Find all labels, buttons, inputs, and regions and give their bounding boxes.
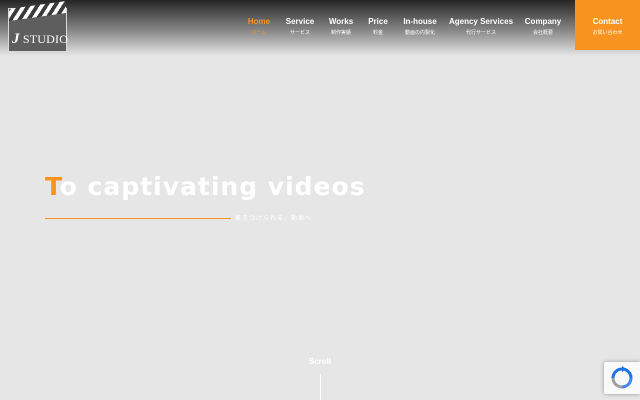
nav-label-jp: 会社概要 xyxy=(532,30,554,36)
nav-item-agency-services[interactable]: Agency Services 代行サービス xyxy=(449,16,513,38)
hero-title-rest: o captivating videos xyxy=(59,172,366,201)
nav-label-en: In-house xyxy=(403,17,437,26)
contact-label-en: Contact xyxy=(592,17,623,26)
nav-item-works[interactable]: Works 制作実績 xyxy=(329,16,353,38)
nav-label-jp: 動画の内製化 xyxy=(404,30,435,36)
main-nav: Home ホーム Service サービス Works 制作実績 Price 料… xyxy=(0,16,640,46)
nav-label-jp: ホーム xyxy=(251,30,267,36)
nav-item-company[interactable]: Company 会社概要 xyxy=(525,16,561,38)
scroll-indicator-line xyxy=(320,374,321,400)
nav-label-en: Service xyxy=(285,17,315,26)
contact-label-jp: お問い合わせ xyxy=(592,30,623,36)
nav-label-jp: 制作実績 xyxy=(330,30,351,36)
hero-title: To captivating videos xyxy=(45,172,445,201)
nav-label-en: Works xyxy=(328,17,354,26)
nav-item-price[interactable]: Price 料金 xyxy=(368,16,388,38)
nav-label-en: Agency Services xyxy=(448,17,514,26)
hero-title-initial: T xyxy=(45,172,60,201)
hero-divider xyxy=(45,218,231,219)
contact-button[interactable]: Contact お問い合わせ xyxy=(575,0,640,50)
nav-label-en: Home xyxy=(247,17,271,26)
nav-label-en: Price xyxy=(368,17,388,26)
nav-item-service[interactable]: Service サービス xyxy=(286,16,314,38)
scroll-indicator-label[interactable]: Scroll xyxy=(309,357,331,366)
recaptcha-icon xyxy=(611,366,633,389)
nav-label-jp: サービス xyxy=(289,30,310,36)
hero-subtitle: 惹きつけられる、動画へ xyxy=(235,216,313,222)
nav-label-jp: 料金 xyxy=(372,30,384,36)
nav-label-en: Company xyxy=(524,17,562,26)
nav-item-in-house[interactable]: In-house 動画の内製化 xyxy=(403,16,436,38)
nav-label-jp: 代行サービス xyxy=(465,30,497,36)
nav-item-home[interactable]: Home ホーム xyxy=(248,16,270,38)
recaptcha-badge[interactable] xyxy=(604,362,640,394)
